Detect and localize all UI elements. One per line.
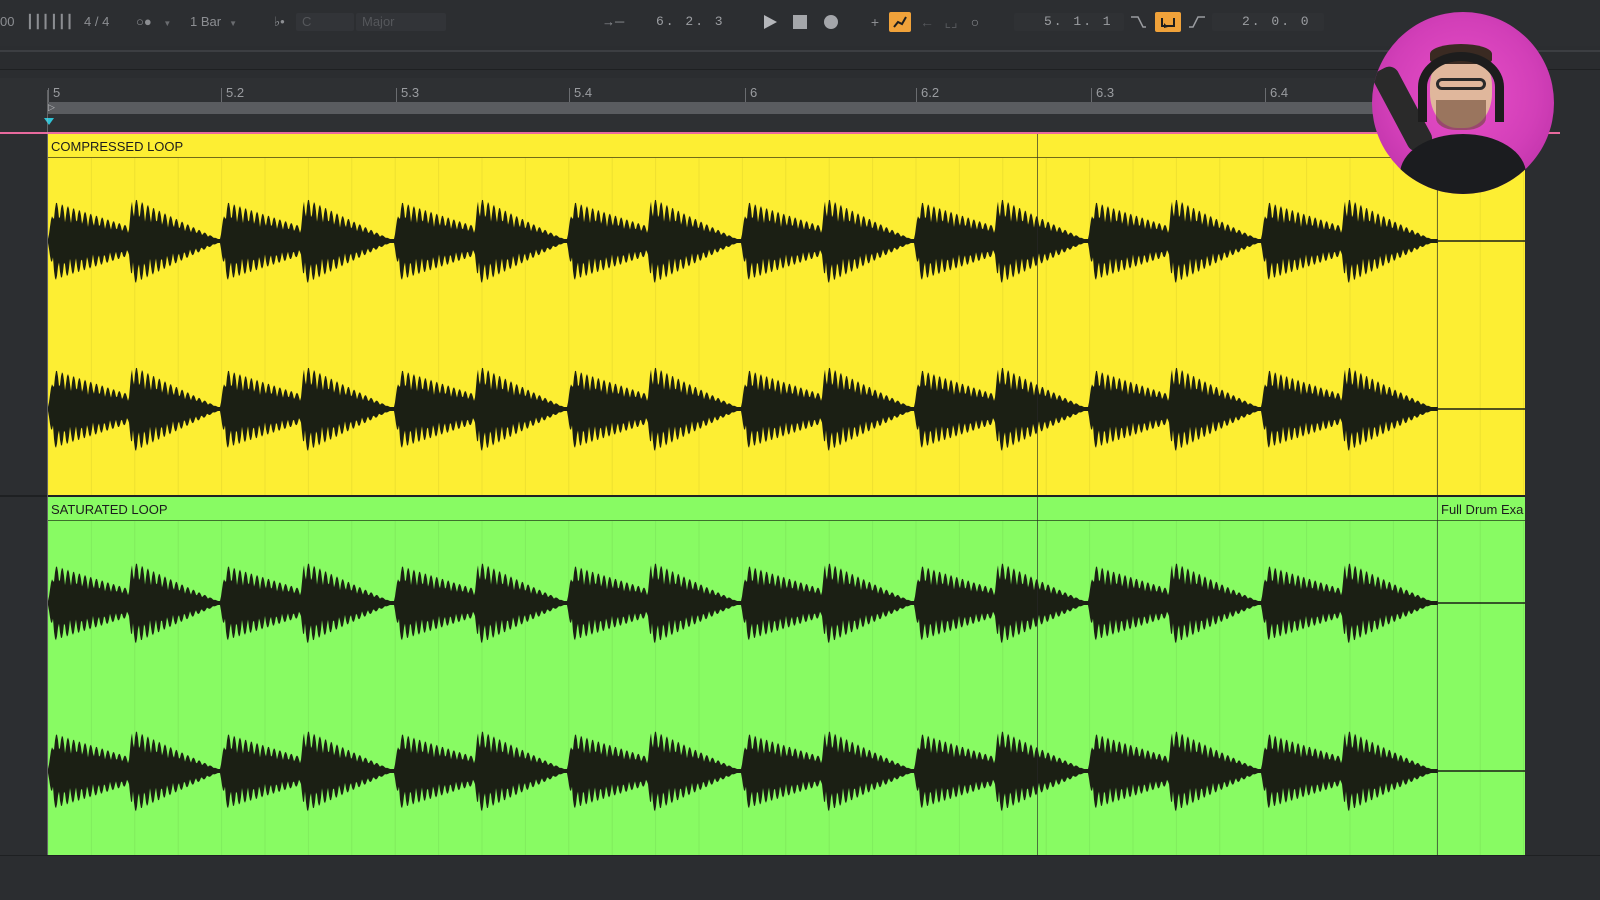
scale-field[interactable]: Major — [356, 13, 446, 31]
ruler-tick — [221, 88, 222, 102]
loop-start-field[interactable]: 5. 1. 1 — [1014, 13, 1124, 31]
playhead-line — [1037, 134, 1038, 900]
quantize-value: 1 Bar — [190, 14, 222, 29]
next-clip-name: Full Drum Exa — [1441, 502, 1524, 517]
audio-clip-compressed-loop[interactable]: COMPRESSED LOOP — [48, 134, 1525, 495]
session-record-icon[interactable]: ○ — [966, 12, 984, 32]
stop-icon[interactable] — [790, 12, 810, 32]
waveform-channel — [48, 731, 1438, 812]
nudge-icon[interactable]: ┃┃┃ — [50, 12, 73, 32]
ruler-label: 5.3 — [401, 85, 420, 100]
ruler-tick — [745, 88, 746, 102]
ruler-tick — [916, 88, 917, 102]
arrangement-empty-area — [1525, 134, 1600, 900]
clip-name: SATURATED LOOP — [51, 502, 168, 517]
time-signature[interactable]: 4 / 4 — [84, 12, 109, 32]
waveform-channel — [48, 367, 1438, 451]
ruler-label: 6.4 — [1270, 85, 1289, 100]
punch-out-icon[interactable] — [1187, 12, 1207, 32]
clip-title-bar[interactable]: COMPRESSED LOOP — [48, 134, 1525, 158]
loop-brace[interactable] — [48, 102, 1400, 114]
tempo-field[interactable]: 00 — [0, 12, 14, 32]
follow-icon[interactable]: →─ — [602, 12, 624, 32]
tap-tempo-icon[interactable]: ┃┃┃ — [26, 12, 49, 32]
transport-bar: 00 ┃┃┃ ┃┃┃ 4 / 4 ○● ▼ 1 Bar ▼ ♭• C Major … — [0, 0, 1600, 52]
quantize-menu[interactable]: 1 Bar ▼ — [190, 12, 237, 32]
ruler-tick — [569, 88, 570, 102]
ruler-label: 6.2 — [921, 85, 940, 100]
key-icon[interactable]: ♭• — [274, 12, 285, 32]
waveform-channel — [48, 199, 1438, 283]
loop-start-marker-icon[interactable]: ▷ — [48, 102, 55, 113]
clip-end-line — [1437, 186, 1438, 900]
loop-icon[interactable] — [1155, 12, 1181, 32]
key-field[interactable]: C — [296, 13, 354, 31]
loop-start-line — [47, 90, 48, 900]
ruler-label: 6.3 — [1096, 85, 1115, 100]
loop-length-value: 2. 0. 0 — [1242, 14, 1311, 29]
headphones — [1418, 52, 1504, 122]
play-icon[interactable] — [760, 12, 780, 32]
waveform — [48, 521, 1525, 855]
ruler-tick — [396, 88, 397, 102]
insert-marker-icon[interactable] — [44, 118, 54, 125]
arrangement-bottom-area — [0, 855, 1600, 900]
back-to-arrangement-icon[interactable]: ← — [918, 12, 936, 32]
clip-title-bar[interactable]: SATURATED LOOP Full Drum Exa — [48, 497, 1525, 521]
capture-icon[interactable]: ⌞⌟ — [942, 12, 960, 32]
overdub-icon[interactable]: + — [866, 12, 884, 32]
chevron-down-icon: ▼ — [229, 19, 237, 28]
ruler-label: 5.4 — [574, 85, 593, 100]
waveform — [48, 158, 1525, 495]
webcam-overlay — [1372, 12, 1554, 194]
toolbar-gap — [0, 52, 1600, 70]
audio-clip-saturated-loop[interactable]: SATURATED LOOP Full Drum Exa — [48, 497, 1525, 855]
automation-arm-icon[interactable] — [889, 12, 911, 32]
record-icon[interactable] — [821, 12, 841, 32]
arrangement-position[interactable]: 6. 2. 3 — [656, 12, 725, 32]
ruler-label: 5.2 — [226, 85, 245, 100]
metronome-icon[interactable]: ○● ▼ — [136, 12, 171, 32]
punch-in-icon[interactable] — [1128, 12, 1148, 32]
ruler-tick — [1265, 88, 1266, 102]
loop-start-value: 5. 1. 1 — [1044, 14, 1113, 29]
ruler-tick — [48, 88, 49, 102]
clip-name: COMPRESSED LOOP — [51, 139, 184, 154]
key-value: C — [302, 14, 312, 29]
track-gutter — [0, 134, 48, 900]
ruler-label: 5 — [53, 85, 61, 100]
ruler-tick — [1091, 88, 1092, 102]
loop-length-field[interactable]: 2. 0. 0 — [1212, 13, 1324, 31]
ruler-label: 6 — [750, 85, 758, 100]
waveform-channel — [48, 563, 1438, 644]
scale-value: Major — [362, 14, 395, 29]
